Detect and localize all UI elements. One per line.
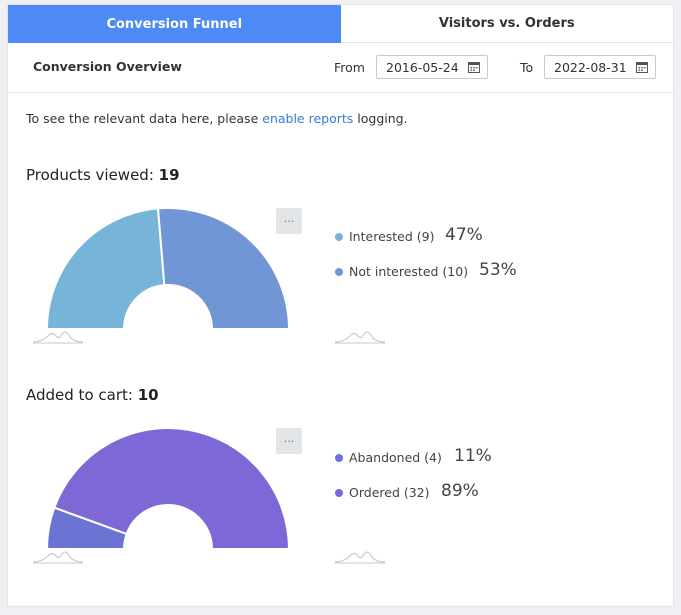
legend-dot [335, 453, 343, 462]
legend-item[interactable]: Abandoned (4) [335, 450, 442, 465]
to-date-input[interactable]: 2022-08-31 [544, 55, 656, 79]
section-total: 10 [137, 386, 159, 404]
legend-percent: 53% [479, 260, 517, 280]
from-date-input[interactable]: 2016-05-24 [376, 55, 488, 79]
chart-menu-button[interactable]: ··· [276, 208, 302, 234]
added-to-cart-title: Added to cart: 10 [26, 386, 159, 404]
legend-label: Not interested (10) [349, 264, 469, 279]
info-prefix: To see the relevant data here, please [26, 111, 263, 126]
tab-conversion-funnel[interactable]: Conversion Funnel [8, 5, 341, 43]
legend-label: Abandoned (4) [349, 450, 442, 465]
conversion-panel: Conversion Funnel Visitors vs. Orders Co… [7, 4, 674, 607]
overview-title: Conversion Overview [33, 59, 182, 74]
to-date-value: 2022-08-31 [554, 59, 627, 75]
legend-label: Interested (9) [349, 229, 435, 244]
products-viewed-title: Products viewed: 19 [26, 166, 180, 184]
tab-bar: Conversion Funnel Visitors vs. Orders [8, 5, 673, 43]
sparkline-icon [334, 551, 386, 564]
enable-reports-link[interactable]: enable reports [262, 111, 353, 126]
chart-menu-button[interactable]: ··· [276, 428, 302, 454]
donut-slice[interactable] [156, 207, 290, 330]
section-total: 19 [158, 166, 180, 184]
legend-item[interactable]: Interested (9) [335, 229, 434, 244]
section-label: Added to cart: [26, 386, 133, 404]
sparkline-icon [32, 331, 84, 344]
calendar-icon[interactable] [468, 61, 480, 73]
products-viewed-chart [46, 207, 290, 330]
info-suffix: logging. [353, 111, 408, 126]
donut-slice[interactable] [46, 207, 166, 330]
from-label: From [334, 60, 365, 75]
legend-item[interactable]: Ordered (32) [335, 485, 430, 500]
legend-dot [335, 267, 343, 276]
sparkline-icon [334, 331, 386, 344]
legend-item[interactable]: Not interested (10) [335, 264, 468, 279]
added-to-cart-chart [46, 427, 290, 550]
legend-dot [335, 488, 343, 497]
legend-percent: 89% [441, 481, 479, 501]
from-date-value: 2016-05-24 [386, 59, 459, 75]
toolbar: Conversion Overview From 2016-05-24 To 2… [8, 43, 673, 93]
section-label: Products viewed: [26, 166, 154, 184]
to-label: To [520, 60, 534, 75]
legend-percent: 47% [445, 225, 483, 245]
info-message: To see the relevant data here, please en… [26, 111, 408, 126]
legend-percent: 11% [454, 446, 492, 466]
legend-dot [335, 232, 343, 241]
tab-visitors-vs-orders[interactable]: Visitors vs. Orders [340, 5, 673, 43]
legend-label: Ordered (32) [349, 485, 430, 500]
sparkline-icon [32, 551, 84, 564]
calendar-icon[interactable] [636, 61, 648, 73]
